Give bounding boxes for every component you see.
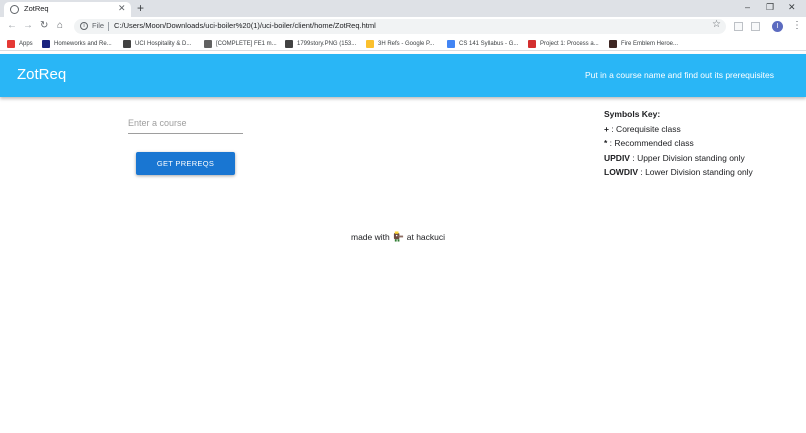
globe-icon: [10, 5, 19, 14]
profile-avatar[interactable]: I: [772, 21, 783, 32]
symbol-description: : Corequisite class: [608, 123, 681, 134]
site-icon: [204, 39, 212, 48]
site-icon: [528, 39, 536, 48]
bookmark-label: 1799story.PNG (153...: [297, 40, 357, 47]
restore-icon[interactable]: ❐: [766, 2, 774, 13]
bookmark-item[interactable]: [COMPLETE] FE1 m...: [204, 38, 277, 49]
symbol: LOWDIV: [604, 167, 638, 178]
bookmark-item[interactable]: Project 1: Process a...: [528, 38, 599, 49]
bookmark-label: [COMPLETE] FE1 m...: [216, 40, 277, 47]
google-slides-icon: [366, 39, 374, 48]
footer-suffix: at hackuci: [406, 231, 446, 242]
close-icon[interactable]: ✕: [118, 3, 126, 14]
site-icon: [285, 39, 293, 48]
reload-icon[interactable]: ↻: [40, 20, 48, 32]
forward-arrow-icon[interactable]: →: [23, 20, 33, 32]
symbols-key-item: * : Recommended class: [604, 136, 794, 151]
symbols-key-title: Symbols Key:: [604, 109, 661, 119]
get-prereqs-button[interactable]: GET PREREQS: [136, 152, 235, 175]
app-title[interactable]: ZotReq: [17, 66, 66, 83]
bookmark-item[interactable]: UCI Hospitality & D...: [123, 38, 191, 49]
kebab-menu-icon[interactable]: ⋮: [792, 20, 802, 32]
site-icon: [123, 39, 131, 48]
bookmark-item[interactable]: 1799story.PNG (153...: [285, 38, 356, 49]
bookmark-label: 3H Refs - Google P...: [378, 40, 435, 47]
url-text[interactable]: C:/Users/Moon/Downloads/uci-boiler%20(1)…: [114, 21, 376, 30]
back-arrow-icon[interactable]: ←: [7, 20, 17, 32]
bookmark-label: Project 1: Process a...: [540, 40, 599, 47]
bookmark-label: Fire Emblem Heroe...: [621, 40, 679, 47]
symbol-description: : Upper Division standing only: [629, 152, 745, 163]
symbol-description: : Recommended class: [607, 138, 694, 149]
symbols-key-item: LOWDIV : Lower Division standing only: [604, 165, 794, 180]
bookmark-label: UCI Hospitality & D...: [135, 40, 192, 47]
browser-tab[interactable]: ZotReq ✕: [4, 2, 131, 17]
symbols-key: Symbols Key: + : Corequisite class * : R…: [604, 107, 794, 180]
bookmark-star-icon[interactable]: ☆: [712, 19, 721, 30]
file-label: File: [92, 21, 105, 30]
app-tagline: Put in a course name and find out its pr…: [585, 70, 774, 80]
home-icon[interactable]: ⌂: [57, 20, 63, 32]
google-docs-icon: [447, 39, 455, 48]
symbol: UPDIV: [604, 152, 630, 163]
app-header: ZotReq Put in a course name and find out…: [0, 54, 806, 97]
browser-tabstrip: ZotReq ✕ + – ❐ ✕: [0, 0, 806, 17]
footer-prefix: made with: [351, 231, 390, 242]
extension-icon[interactable]: [734, 22, 743, 31]
uci-icon: [42, 39, 50, 48]
bookmark-item[interactable]: CS 141 Syllabus - G...: [447, 38, 518, 49]
divider: [108, 22, 109, 31]
bookmark-label: Apps: [19, 40, 33, 47]
minimize-icon[interactable]: –: [745, 2, 750, 12]
footer: made with at hackuci: [351, 231, 445, 242]
extension-icon[interactable]: [751, 22, 760, 31]
bookmark-item[interactable]: Fire Emblem Heroe...: [609, 38, 678, 49]
new-tab-button[interactable]: +: [137, 1, 144, 15]
bookmarks-bar: Apps Homeworks and Re... UCI Hospitality…: [0, 36, 806, 51]
address-bar[interactable]: i File C:/Users/Moon/Downloads/uci-boile…: [74, 19, 726, 34]
bookmark-apps[interactable]: Apps: [7, 38, 33, 49]
course-input[interactable]: [128, 112, 243, 134]
symbols-key-item: UPDIV : Upper Division standing only: [604, 151, 794, 166]
window-close-icon[interactable]: ✕: [788, 2, 796, 13]
bookmark-item[interactable]: Homeworks and Re...: [42, 38, 112, 49]
apps-grid-icon: [7, 39, 15, 48]
tab-title: ZotReq: [24, 4, 49, 13]
anteater-icon: [393, 231, 403, 242]
site-icon: [609, 39, 617, 48]
symbols-key-item: + : Corequisite class: [604, 122, 794, 137]
bookmark-item[interactable]: 3H Refs - Google P...: [366, 38, 434, 49]
bookmark-label: Homeworks and Re...: [54, 40, 112, 47]
symbol-description: : Lower Division standing only: [638, 167, 753, 178]
bookmark-label: CS 141 Syllabus - G...: [459, 40, 519, 47]
browser-toolbar: ← → ↻ ⌂ i File C:/Users/Moon/Downloads/u…: [0, 17, 806, 36]
info-icon[interactable]: i: [80, 22, 88, 30]
